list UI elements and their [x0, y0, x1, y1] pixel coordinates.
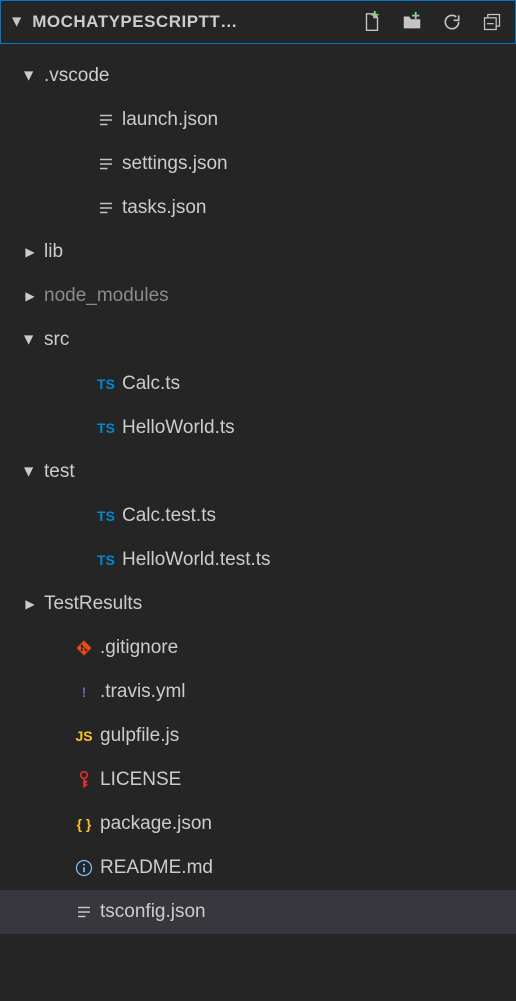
file-tsconfig[interactable]: tsconfig.json	[0, 890, 516, 934]
tree-item-label: Calc.ts	[120, 373, 180, 395]
file-launch[interactable]: launch.json	[0, 98, 516, 142]
folder-src[interactable]: ▶src	[0, 318, 516, 362]
new-file-icon	[361, 11, 383, 33]
tree-item-label: settings.json	[120, 153, 228, 175]
header-actions	[359, 9, 509, 35]
chevron-right-icon: ▶	[18, 289, 42, 303]
typescript-icon: TS	[92, 420, 120, 436]
new-folder-button[interactable]	[399, 9, 425, 35]
file-readme[interactable]: README.md	[0, 846, 516, 890]
new-folder-icon	[401, 11, 423, 33]
folder-vscode[interactable]: ▶.vscode	[0, 54, 516, 98]
file-tree: ▶.vscodelaunch.jsonsettings.jsontasks.js…	[0, 44, 516, 934]
tree-item-label: tasks.json	[120, 197, 206, 219]
new-file-button[interactable]	[359, 9, 385, 35]
file-gulpfile[interactable]: JSgulpfile.js	[0, 714, 516, 758]
tree-item-label: TestResults	[42, 593, 142, 615]
tree-item-label: test	[42, 461, 75, 483]
tree-item-label: package.json	[98, 813, 212, 835]
file-helloworld[interactable]: TSHelloWorld.ts	[0, 406, 516, 450]
file-license[interactable]: LICENSE	[0, 758, 516, 802]
tree-item-label: .travis.yml	[98, 681, 186, 703]
tree-item-label: src	[42, 329, 69, 351]
file-calc[interactable]: TSCalc.ts	[0, 362, 516, 406]
chevron-down-icon: ▶	[18, 69, 42, 83]
javascript-icon: JS	[70, 728, 98, 744]
chevron-down-icon: ▶	[18, 333, 42, 347]
file-helloworld-test[interactable]: TSHelloWorld.test.ts	[0, 538, 516, 582]
yaml-icon: !	[70, 684, 98, 700]
refresh-icon	[442, 12, 462, 32]
git-icon	[70, 639, 98, 657]
collapse-all-button[interactable]	[479, 9, 505, 35]
collapse-all-icon	[482, 12, 502, 32]
key-icon	[70, 770, 98, 790]
file-travis[interactable]: !.travis.yml	[0, 670, 516, 714]
folder-node_modules[interactable]: ▶node_modules	[0, 274, 516, 318]
tree-item-label: lib	[42, 241, 63, 263]
tree-item-label: node_modules	[42, 285, 169, 307]
tree-item-label: tsconfig.json	[98, 901, 206, 923]
folder-testresults[interactable]: ▶TestResults	[0, 582, 516, 626]
json-icon: { }	[70, 816, 98, 832]
tree-item-label: gulpfile.js	[98, 725, 179, 747]
tree-item-label: HelloWorld.test.ts	[120, 549, 271, 571]
chevron-right-icon: ▶	[18, 245, 42, 259]
typescript-icon: TS	[92, 376, 120, 392]
info-icon	[70, 858, 98, 878]
chevron-down-icon: ▶	[18, 465, 42, 479]
file-gitignore[interactable]: .gitignore	[0, 626, 516, 670]
project-title[interactable]: MOCHATYPESCRIPTT…	[32, 12, 359, 32]
tree-item-label: README.md	[98, 857, 213, 879]
folder-test[interactable]: ▶test	[0, 450, 516, 494]
file-tasks[interactable]: tasks.json	[0, 186, 516, 230]
tree-item-label: LICENSE	[98, 769, 181, 791]
folder-lib[interactable]: ▶lib	[0, 230, 516, 274]
tree-item-label: HelloWorld.ts	[120, 417, 235, 439]
tree-item-label: Calc.test.ts	[120, 505, 216, 527]
refresh-button[interactable]	[439, 9, 465, 35]
file-icon	[70, 903, 98, 921]
file-icon	[92, 155, 120, 173]
typescript-icon: TS	[92, 508, 120, 524]
tree-item-label: .gitignore	[98, 637, 178, 659]
typescript-icon: TS	[92, 552, 120, 568]
chevron-right-icon: ▶	[18, 597, 42, 611]
chevron-down-icon: ▶	[11, 17, 25, 26]
file-icon	[92, 111, 120, 129]
tree-item-label: .vscode	[42, 65, 109, 87]
file-icon	[92, 199, 120, 217]
file-calc-test[interactable]: TSCalc.test.ts	[0, 494, 516, 538]
tree-item-label: launch.json	[120, 109, 218, 131]
explorer-header: ▶ MOCHATYPESCRIPTT…	[0, 0, 516, 44]
file-package[interactable]: { }package.json	[0, 802, 516, 846]
file-settings[interactable]: settings.json	[0, 142, 516, 186]
